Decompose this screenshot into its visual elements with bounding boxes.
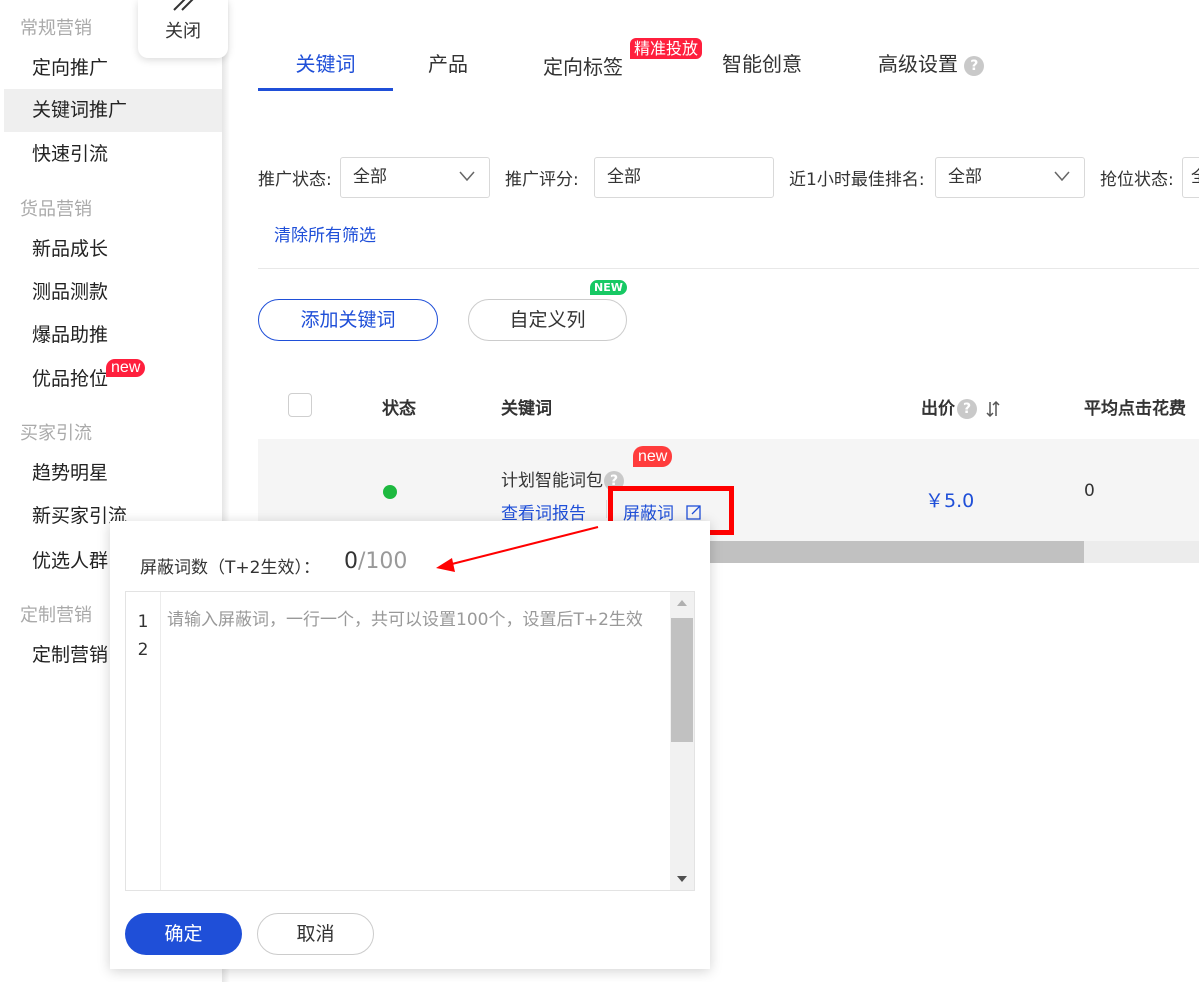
line-number-gutter: 1 2 [126,592,161,890]
rank-select[interactable]: 全部 [935,157,1085,198]
clear-filters-link[interactable]: 清除所有筛选 [274,221,376,246]
scroll-up-icon[interactable] [677,600,687,606]
sidebar-item-label: 定制营销 [32,644,109,666]
tab-label: 定向标签 [543,55,623,79]
sidebar-group-label: 买家引流 [20,423,92,444]
chevron-down-icon [1054,171,1070,181]
column-header-status: 状态 [382,399,416,419]
select-value: 全 [1191,167,1199,187]
close-button[interactable]: 关闭 [138,0,228,58]
keyword-name: 计划智能词包? [501,466,624,491]
blocked-count-label: 屏蔽词数（T+2生效）： [140,558,320,578]
line-number: 2 [137,640,149,660]
tab-smart-creative[interactable]: 智能创意 [722,45,802,91]
tab-keyword[interactable]: 关键词 [258,45,393,91]
sidebar-group-label: 常规营销 [20,18,92,39]
column-header-keyword: 关键词 [501,399,552,419]
vertical-scrollbar[interactable] [670,592,694,890]
column-header-bid[interactable]: 出价? [921,394,1001,419]
sort-icon[interactable] [985,399,1001,419]
link-separator [606,500,607,518]
select-all-checkbox[interactable] [288,393,312,417]
select-value: 全部 [948,167,982,187]
sidebar-group-label: 货品营销 [20,199,92,220]
tab-label: 智能创意 [722,52,802,76]
sidebar-item-label: 关键词推广 [32,99,128,121]
tab-label: 关键词 [295,52,356,76]
precise-badge: 精准投放 [630,38,703,59]
add-keyword-button[interactable]: 添加关键词 [258,299,438,341]
sidebar-item-trend-star[interactable]: 趋势明星 [4,452,222,495]
confirm-button[interactable]: 确定 [125,913,242,955]
blocked-words-popover: 屏蔽词数（T+2生效）： 0/100 1 2 请输入屏蔽词，一行一个，共可以设置… [110,521,710,969]
status-select[interactable]: 全部 [340,157,490,198]
tab-label: 高级设置 [878,52,958,76]
custom-columns-button[interactable]: 自定义列 [468,299,627,341]
tab-product[interactable]: 产品 [428,45,468,91]
close-label: 关闭 [165,21,201,42]
sidebar-item-label: 优选人群 [32,550,109,572]
select-value: 全部 [607,167,641,187]
filter-label: 近1小时最佳排名: [789,170,925,190]
chevron-down-icon [459,171,475,181]
filter-label: 抢位状态: [1100,170,1174,190]
editor-placeholder: 请输入屏蔽词，一行一个，共可以设置100个，设置后T+2生效 [167,610,643,630]
sidebar-item-label: 新品成长 [32,238,109,260]
blocked-count: 0/100 [344,549,407,574]
sidebar-item-new-growth[interactable]: 新品成长 [4,228,222,271]
sidebar-item-label: 优品抢位 [32,368,109,390]
horizontal-scrollbar-thumb[interactable] [710,541,1084,563]
column-header-label: 出价 [921,399,955,419]
collapse-icon [173,0,194,11]
select-value: 全部 [353,167,387,187]
bid-value[interactable]: ￥5.0 [925,486,974,513]
sidebar-item-product-test[interactable]: 测品测款 [4,271,222,314]
line-number: 1 [137,612,149,632]
vertical-scrollbar-thumb[interactable] [671,618,693,742]
sidebar-item-quick-traffic[interactable]: 快速引流 [4,133,222,176]
count-current: 0 [344,549,358,574]
scroll-down-icon[interactable] [677,876,687,882]
keyword-text: 计划智能词包 [501,471,603,491]
sidebar-item-label: 定向推广 [32,57,109,79]
new-badge: NEW [590,280,627,295]
help-icon[interactable]: ? [964,55,985,76]
count-total: /100 [358,549,408,574]
sidebar-item-label: 测品测款 [32,281,109,303]
sidebar-group-label: 定制营销 [20,605,92,626]
grab-select[interactable]: 全 [1182,157,1199,198]
tab-targeting-tags[interactable]: 定向标签 [543,45,623,91]
tab-advanced-settings[interactable]: 高级设置 ? [878,45,985,91]
sidebar-item-label: 爆品助推 [32,324,109,346]
sidebar-item-label: 快速引流 [32,143,109,165]
avg-cpc-value: 0 [1084,481,1095,501]
status-indicator [383,485,397,499]
tab-label: 产品 [428,52,468,76]
new-badge: new [633,446,673,467]
help-icon[interactable]: ? [957,399,977,419]
filter-label: 推广评分: [505,170,579,190]
new-badge: new [106,359,146,377]
blocked-words-editor[interactable]: 1 2 请输入屏蔽词，一行一个，共可以设置100个，设置后T+2生效 [125,591,695,891]
sidebar-item-premium-grab[interactable]: 优品抢位new [4,358,222,401]
cancel-button[interactable]: 取消 [257,913,374,955]
filter-label: 推广状态: [258,170,332,190]
column-header-avg-cpc: 平均点击花费 [1084,399,1186,419]
score-select[interactable]: 全部 [594,157,774,198]
sidebar-item-label: 趋势明星 [32,462,109,484]
sidebar-item-hot-boost[interactable]: 爆品助推 [4,314,222,357]
divider [258,268,1199,269]
sidebar-item-keyword-promo[interactable]: 关键词推广 [4,89,222,132]
